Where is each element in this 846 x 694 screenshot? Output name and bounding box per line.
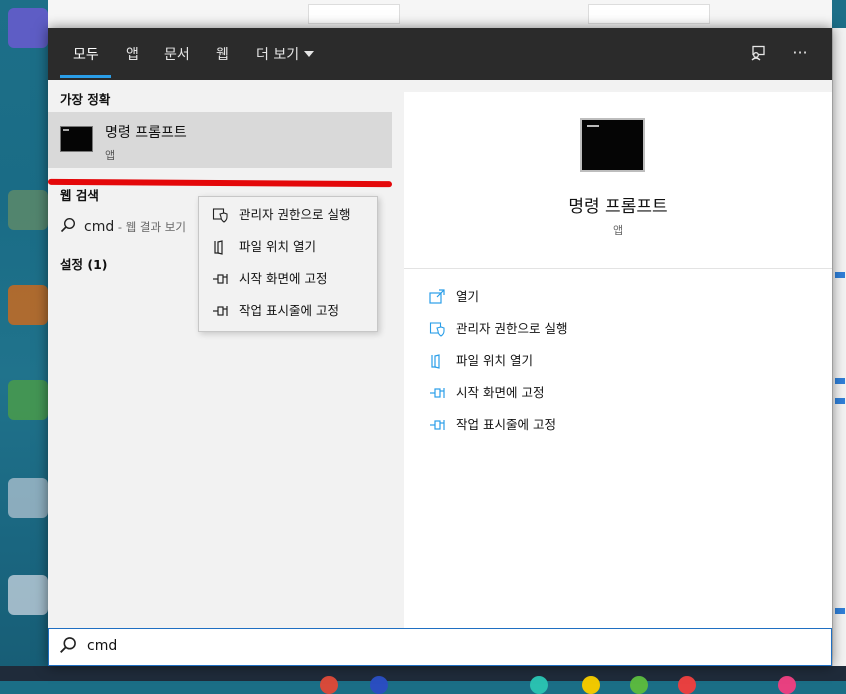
desktop-icon[interactable]	[8, 380, 48, 420]
background-window-edge	[832, 28, 846, 681]
action-label: 관리자 권한으로 실행	[456, 321, 568, 336]
context-item-label: 작업 표시줄에 고정	[239, 303, 339, 318]
more-options-button[interactable]: ···	[786, 40, 814, 66]
action-label: 작업 표시줄에 고정	[456, 417, 556, 432]
best-match-title: 명령 프롬프트	[105, 125, 187, 141]
taskbar-app-icon[interactable]	[678, 676, 696, 694]
best-match-item[interactable]: 명령 프롬프트 앱	[48, 112, 392, 168]
divider	[404, 268, 832, 269]
web-result-hint: - 웹 결과 보기	[114, 220, 186, 234]
web-result-query: cmd	[84, 219, 115, 235]
action-label: 열기	[456, 289, 480, 304]
file-location-icon	[211, 231, 229, 263]
shield-icon	[428, 318, 446, 344]
pin-icon	[428, 382, 446, 408]
search-icon	[59, 636, 79, 656]
action-label: 파일 위치 열기	[456, 353, 533, 368]
search-box[interactable]: cmd	[48, 628, 832, 666]
taskbar-app-icon[interactable]	[530, 676, 548, 694]
active-tab-indicator	[60, 75, 111, 78]
tab-all[interactable]: 모두	[73, 44, 99, 64]
tab-documents[interactable]: 문서	[164, 44, 190, 64]
context-open-file-location[interactable]: 파일 위치 열기	[199, 231, 377, 263]
pin-icon	[428, 414, 446, 440]
feedback-icon	[751, 45, 765, 61]
tab-apps[interactable]: 앱	[126, 44, 139, 64]
context-pin-to-taskbar[interactable]: 작업 표시줄에 고정	[199, 295, 377, 327]
tab-web[interactable]: 웹	[216, 44, 229, 64]
command-prompt-icon	[580, 118, 645, 172]
pin-icon	[211, 295, 229, 327]
context-run-as-admin[interactable]: 관리자 권한으로 실행	[199, 199, 377, 231]
best-match-heading: 가장 정확	[60, 92, 111, 107]
context-item-label: 시작 화면에 고정	[239, 271, 328, 286]
taskbar-app-icon[interactable]	[320, 676, 338, 694]
search-input[interactable]: cmd	[87, 638, 117, 654]
shield-icon	[211, 199, 229, 231]
taskbar-app-icon[interactable]	[630, 676, 648, 694]
filter-tab-bar: 모두 앱 문서 웹 더 보기 ···	[48, 28, 832, 80]
settings-heading[interactable]: 설정 (1)	[60, 254, 107, 273]
preview-pane: 명령 프롬프트 앱 열기 관리자 권한으로 실행 파일 위치 열기 시작 화면에…	[404, 92, 832, 628]
feedback-button[interactable]	[744, 40, 772, 66]
taskbar	[0, 666, 846, 681]
open-icon	[428, 286, 446, 312]
desktop-icon[interactable]	[8, 8, 48, 48]
web-search-result[interactable]: cmd - 웹 결과 보기	[60, 217, 186, 235]
taskbar-app-icon[interactable]	[370, 676, 388, 694]
best-match-subtitle: 앱	[105, 149, 116, 162]
desktop-icon[interactable]	[8, 190, 48, 230]
desktop-icon[interactable]	[8, 478, 48, 518]
chevron-down-icon	[304, 51, 315, 57]
tab-more-label: 더 보기	[256, 47, 300, 63]
results-list: 가장 정확 명령 프롬프트 앱 웹 검색 cmd - 웹 결과 보기 설정 (1…	[48, 80, 392, 628]
file-location-icon	[428, 350, 446, 376]
command-prompt-icon	[60, 126, 93, 152]
taskbar-app-icon[interactable]	[778, 676, 796, 694]
taskbar-app-icon[interactable]	[582, 676, 600, 694]
context-item-label: 관리자 권한으로 실행	[239, 207, 351, 222]
pin-icon	[211, 263, 229, 295]
start-search-panel: 모두 앱 문서 웹 더 보기 ··· 가장 정확 명령 프롬프트 앱 웹 검색	[48, 28, 832, 666]
context-menu: 관리자 권한으로 실행 파일 위치 열기 시작 화면에 고정 작업 표시줄에 고…	[198, 196, 378, 332]
context-pin-to-start[interactable]: 시작 화면에 고정	[199, 263, 377, 295]
context-item-label: 파일 위치 열기	[239, 239, 316, 254]
preview-subtitle: 앱	[612, 224, 624, 237]
background-window	[48, 0, 832, 28]
desktop-icon[interactable]	[8, 285, 48, 325]
action-label: 시작 화면에 고정	[456, 385, 545, 400]
web-search-heading: 웹 검색	[60, 188, 99, 203]
search-icon	[60, 217, 76, 233]
tab-more[interactable]: 더 보기	[256, 44, 315, 64]
desktop-icon[interactable]	[8, 575, 48, 615]
preview-title: 명령 프롬프트	[568, 197, 668, 217]
